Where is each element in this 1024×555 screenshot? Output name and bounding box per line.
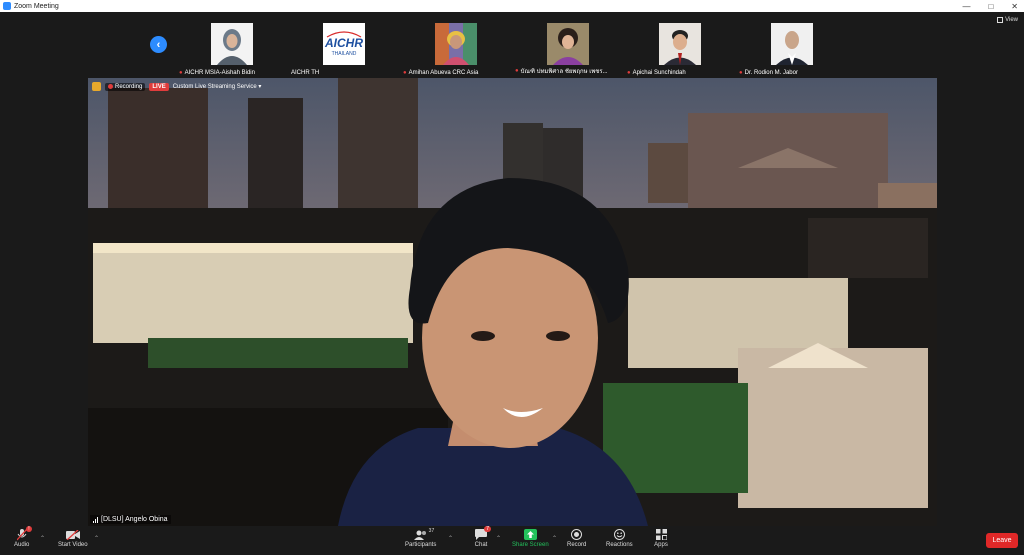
participants-label: Participants	[405, 542, 437, 548]
smiley-icon	[612, 528, 626, 541]
start-video-label: Start Video	[58, 542, 88, 548]
audio-button[interactable]: ! Audio	[14, 526, 32, 548]
participant-name: บัณฑิ ปทมพิศาล ชัยพฤกษ เพชร...	[520, 69, 608, 75]
live-badge: LIVE	[149, 82, 169, 91]
chevron-left-icon: ‹	[156, 38, 161, 51]
start-video-button[interactable]: Start Video	[58, 528, 88, 548]
close-icon[interactable]: ✕	[1011, 2, 1018, 11]
participant-tile[interactable]: ● Apichai Sunchindah	[623, 12, 735, 78]
video-off-icon	[65, 528, 80, 541]
participants-icon: 37	[413, 528, 434, 541]
participant-video	[659, 23, 701, 65]
mic-muted-icon: ●	[627, 70, 631, 76]
participant-video	[547, 23, 589, 65]
participant-video: AICHR THAILAND	[323, 23, 365, 65]
meeting-toolbar: ! Audio ⌃ Start Video ⌃ 37 Participants …	[0, 526, 1024, 555]
chevron-down-icon: ▾	[258, 84, 262, 90]
avatar	[435, 23, 477, 65]
previous-page-button[interactable]: ‹	[150, 36, 167, 53]
participants-button[interactable]: 37 Participants	[405, 528, 436, 548]
chat-unread-badge: 7	[484, 526, 491, 532]
minimize-icon[interactable]: —	[962, 2, 970, 11]
participant-video	[435, 23, 477, 65]
share-screen-label: Share Screen	[512, 542, 549, 548]
window-controls: — □ ✕	[962, 0, 1018, 12]
chat-label: Chat	[474, 542, 488, 548]
view-label: View	[1005, 17, 1018, 23]
speaker-video-frame	[88, 78, 937, 526]
reactions-button[interactable]: Reactions	[606, 528, 633, 548]
participant-video	[771, 23, 813, 65]
recording-indicator-bar: Recording LIVE Custom Live Streaming Ser…	[92, 82, 261, 91]
microphone-muted-icon: !	[15, 526, 32, 541]
recording-dot-icon	[108, 84, 113, 89]
reactions-label: Reactions	[606, 542, 633, 548]
streaming-service-label: Custom Live Streaming Service	[172, 84, 257, 90]
participant-tile[interactable]: ● Amihan Abueva CRC Asia	[399, 12, 511, 78]
record-label: Record	[567, 542, 587, 548]
participant-video	[211, 23, 253, 65]
participant-tile[interactable]: AICHR THAILAND AICHR TH	[287, 12, 399, 78]
participant-tile[interactable]: ● Dr. Rodion M. Jabor	[735, 12, 847, 78]
logo-subtext: THAILAND	[332, 51, 357, 57]
maximize-icon[interactable]: □	[988, 2, 993, 11]
chat-options-chevron-icon[interactable]: ⌃	[496, 535, 501, 542]
mic-muted-icon: ●	[739, 70, 743, 76]
video-options-chevron-icon[interactable]: ⌃	[94, 535, 99, 542]
participant-name: AICHR MSIA-Aishah Bidin	[184, 70, 255, 76]
avatar	[659, 23, 701, 65]
grid-view-icon	[997, 17, 1004, 23]
recording-chip[interactable]: Recording	[105, 82, 146, 91]
title-bar: Zoom Meeting — □ ✕	[0, 0, 1024, 12]
apps-label: Apps	[654, 542, 668, 548]
window-title: Zoom Meeting	[14, 2, 59, 10]
mic-muted-icon: ●	[179, 70, 183, 76]
signal-strength-icon	[93, 516, 98, 523]
avatar	[771, 23, 813, 65]
share-screen-icon	[523, 528, 537, 541]
security-shield-icon[interactable]	[92, 82, 101, 91]
mic-muted-icon: ●	[403, 70, 407, 76]
speaker-name-label: [DLSU] Angelo Obina	[90, 515, 171, 524]
gallery-strip: ‹ ● AICHR MSIA-Aishah Bidin AICHR THAILAN…	[0, 12, 1024, 78]
recording-label: Recording	[115, 83, 143, 90]
participant-tile[interactable]: ● AICHR MSIA-Aishah Bidin	[175, 12, 287, 78]
logo-text: AICHR	[324, 36, 363, 50]
participant-name: Apichai Sunchindah	[632, 70, 686, 76]
apps-button[interactable]: Apps	[654, 528, 668, 548]
speaker-name: [DLSU] Angelo Obina	[101, 516, 168, 523]
streaming-service-dropdown[interactable]: Custom Live Streaming Service ▾	[173, 83, 262, 90]
share-options-chevron-icon[interactable]: ⌃	[552, 535, 557, 542]
aichr-logo: AICHR THAILAND	[323, 23, 365, 65]
audio-alert-badge: !	[26, 526, 32, 532]
participant-name: Amihan Abueva CRC Asia	[408, 70, 479, 76]
view-button[interactable]: View	[997, 17, 1018, 23]
mic-muted-icon: ●	[515, 68, 519, 74]
leave-button[interactable]: Leave	[986, 533, 1018, 548]
chat-icon: 7	[474, 526, 491, 541]
share-screen-button[interactable]: Share Screen	[512, 528, 549, 548]
chat-button[interactable]: 7 Chat	[474, 526, 491, 548]
avatar	[547, 23, 589, 65]
record-button[interactable]: Record	[567, 528, 586, 548]
record-icon	[570, 528, 584, 541]
participants-count: 37	[428, 528, 435, 534]
avatar	[211, 23, 253, 65]
active-speaker-video: Recording LIVE Custom Live Streaming Ser…	[88, 78, 937, 526]
participant-name: Dr. Rodion M. Jabor	[744, 70, 798, 76]
zoom-logo-icon	[3, 2, 11, 10]
participant-tile[interactable]: ● บัณฑิ ปทมพิศาล ชัยพฤกษ เพชร...	[511, 12, 623, 78]
participant-name: AICHR TH	[291, 70, 320, 76]
audio-options-chevron-icon[interactable]: ⌃	[40, 535, 45, 542]
audio-label: Audio	[14, 542, 30, 548]
participants-options-chevron-icon[interactable]: ⌃	[448, 535, 453, 542]
apps-icon	[654, 528, 668, 541]
